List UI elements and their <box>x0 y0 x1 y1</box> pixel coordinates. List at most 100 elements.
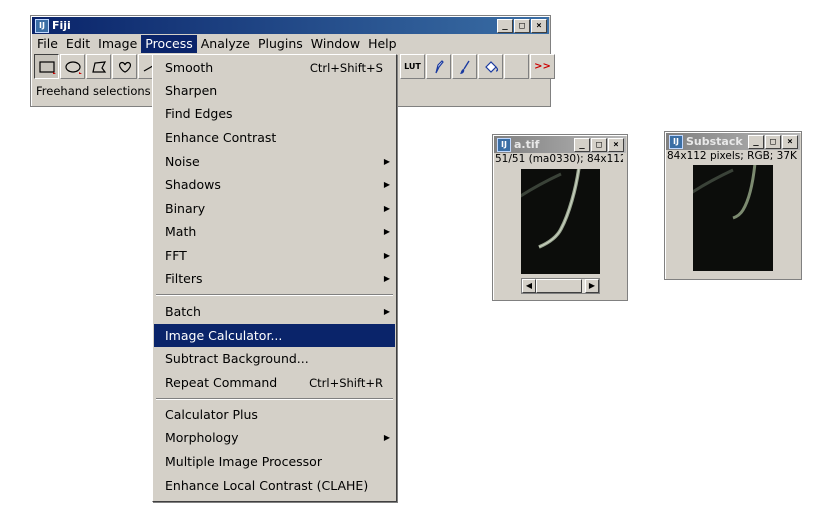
image-info: 51/51 (ma0330); 84x112 <box>495 153 623 165</box>
menu-separator <box>156 294 393 296</box>
freehand-tool[interactable] <box>112 54 137 79</box>
image-content <box>521 169 581 249</box>
image-canvas[interactable] <box>521 169 600 274</box>
menu-item-batch[interactable]: Batch ▶ <box>154 300 395 323</box>
menu-item-sharpen[interactable]: Sharpen <box>154 79 395 102</box>
window-title: a.tif <box>514 138 540 151</box>
brush-icon <box>459 60 470 74</box>
menu-item-label: Noise <box>165 154 200 169</box>
more-tools-icon: >> <box>534 61 551 72</box>
menu-file[interactable]: File <box>33 35 62 53</box>
menu-item-label: Filters <box>165 271 203 286</box>
menu-item-subtract-background[interactable]: Subtract Background... <box>154 347 395 370</box>
menu-item-label: Math <box>165 224 197 239</box>
scroll-thumb[interactable] <box>536 279 582 293</box>
toolbar <box>34 54 163 80</box>
close-button[interactable]: × <box>782 134 798 149</box>
rectangle-tool[interactable] <box>34 54 59 79</box>
maximize-button[interactable]: □ <box>591 137 607 152</box>
status-line: Freehand selections <box>36 84 151 98</box>
image-canvas[interactable] <box>693 165 773 271</box>
submenu-arrow-icon: ▶ <box>383 180 390 189</box>
maximize-button[interactable]: □ <box>514 18 530 33</box>
maximize-button[interactable]: □ <box>765 134 781 149</box>
toolbar-right: LUT >> <box>400 54 555 80</box>
menu-item-find-edges[interactable]: Find Edges <box>154 102 395 125</box>
menu-item-binary[interactable]: Binary ▶ <box>154 197 395 220</box>
menu-item-label: Smooth <box>165 60 214 75</box>
menu-item-label: Batch <box>165 304 201 319</box>
oval-tool[interactable] <box>60 54 85 79</box>
lut-tool[interactable]: LUT <box>400 54 425 79</box>
scroll-left-button[interactable]: ◀ <box>522 279 536 293</box>
flood-fill-tool[interactable] <box>478 54 503 79</box>
menu-item-calculator-plus[interactable]: Calculator Plus <box>154 403 395 426</box>
more-tools-button[interactable]: >> <box>530 54 555 79</box>
submenu-arrow-icon: ▶ <box>383 307 390 316</box>
menu-image[interactable]: Image <box>94 35 141 53</box>
menu-plugins[interactable]: Plugins <box>254 35 307 53</box>
menu-help[interactable]: Help <box>364 35 401 53</box>
pencil-tool[interactable] <box>426 54 451 79</box>
polygon-tool-icon <box>91 60 106 73</box>
menu-item-noise[interactable]: Noise ▶ <box>154 150 395 173</box>
process-menu-dropdown: Smooth Ctrl+Shift+S Sharpen Find Edges E… <box>152 54 397 502</box>
image-content <box>693 165 757 220</box>
fiji-titlebar[interactable]: IJ Fiji _ □ × <box>32 17 549 34</box>
oval-tool-icon <box>64 60 82 74</box>
lut-icon: LUT <box>404 62 421 71</box>
submenu-arrow-icon: ▶ <box>383 204 390 213</box>
menu-window[interactable]: Window <box>307 35 364 53</box>
image-scrollbar[interactable]: ◀ ▶ <box>521 278 600 294</box>
image-window-a-titlebar[interactable]: IJ a.tif _ □ × <box>494 136 626 153</box>
menu-item-label: Calculator Plus <box>165 407 258 422</box>
submenu-arrow-icon: ▶ <box>383 433 390 442</box>
close-button[interactable]: × <box>608 137 624 152</box>
flood-fill-icon <box>484 60 498 73</box>
image-window-a: IJ a.tif _ □ × 51/51 (ma0330); 84x112 ◀ … <box>492 134 628 301</box>
menu-item-multiple-image-processor[interactable]: Multiple Image Processor <box>154 450 395 473</box>
close-button[interactable]: × <box>531 18 547 33</box>
menu-separator <box>156 398 393 400</box>
blank-tool[interactable] <box>504 54 529 79</box>
menu-item-filters[interactable]: Filters ▶ <box>154 267 395 290</box>
brush-tool[interactable] <box>452 54 477 79</box>
menu-item-label: Sharpen <box>165 83 218 98</box>
menu-analyze[interactable]: Analyze <box>197 35 254 53</box>
image-window-substack: IJ Substack _ □ × 84x112 pixels; RGB; 37… <box>664 131 802 280</box>
menu-item-enhance-contrast[interactable]: Enhance Contrast <box>154 126 395 149</box>
menu-item-label: Multiple Image Processor <box>165 454 322 469</box>
menu-item-smooth[interactable]: Smooth Ctrl+Shift+S <box>154 56 395 79</box>
freehand-tool-icon <box>118 61 131 73</box>
minimize-button[interactable]: _ <box>574 137 590 152</box>
menu-item-fft[interactable]: FFT ▶ <box>154 244 395 267</box>
menu-item-image-calculator[interactable]: Image Calculator... <box>154 324 395 347</box>
menu-bar: File Edit Image Process Analyze Plugins … <box>33 35 401 53</box>
menu-item-label: Enhance Contrast <box>165 130 277 145</box>
pencil-icon <box>434 59 444 73</box>
minimize-button[interactable]: _ <box>748 134 764 149</box>
menu-item-label: Binary <box>165 201 206 216</box>
menu-item-label: Find Edges <box>165 106 233 121</box>
imagej-icon: IJ <box>35 18 49 33</box>
window-title: Fiji <box>52 19 71 32</box>
polygon-tool[interactable] <box>86 54 111 79</box>
menu-item-label: Image Calculator... <box>165 328 283 343</box>
menu-edit[interactable]: Edit <box>62 35 94 53</box>
menu-item-label: Subtract Background... <box>165 351 309 366</box>
menu-item-shadows[interactable]: Shadows ▶ <box>154 173 395 196</box>
menu-item-morphology[interactable]: Morphology ▶ <box>154 426 395 449</box>
menu-item-label: Morphology <box>165 430 239 445</box>
scroll-right-button[interactable]: ▶ <box>585 279 599 293</box>
menu-item-repeat-command[interactable]: Repeat Command Ctrl+Shift+R <box>154 371 395 394</box>
menu-item-math[interactable]: Math ▶ <box>154 220 395 243</box>
menu-item-enhance-local-contrast[interactable]: Enhance Local Contrast (CLAHE) <box>154 474 395 497</box>
submenu-arrow-icon: ▶ <box>383 274 390 283</box>
window-title: Substack <box>686 135 743 148</box>
imagej-icon: IJ <box>497 137 511 152</box>
minimize-button[interactable]: _ <box>497 18 513 33</box>
menu-item-label: FFT <box>165 248 187 263</box>
submenu-arrow-icon: ▶ <box>383 157 390 166</box>
menu-process[interactable]: Process <box>141 35 197 53</box>
image-window-substack-titlebar[interactable]: IJ Substack _ □ × <box>666 133 800 150</box>
